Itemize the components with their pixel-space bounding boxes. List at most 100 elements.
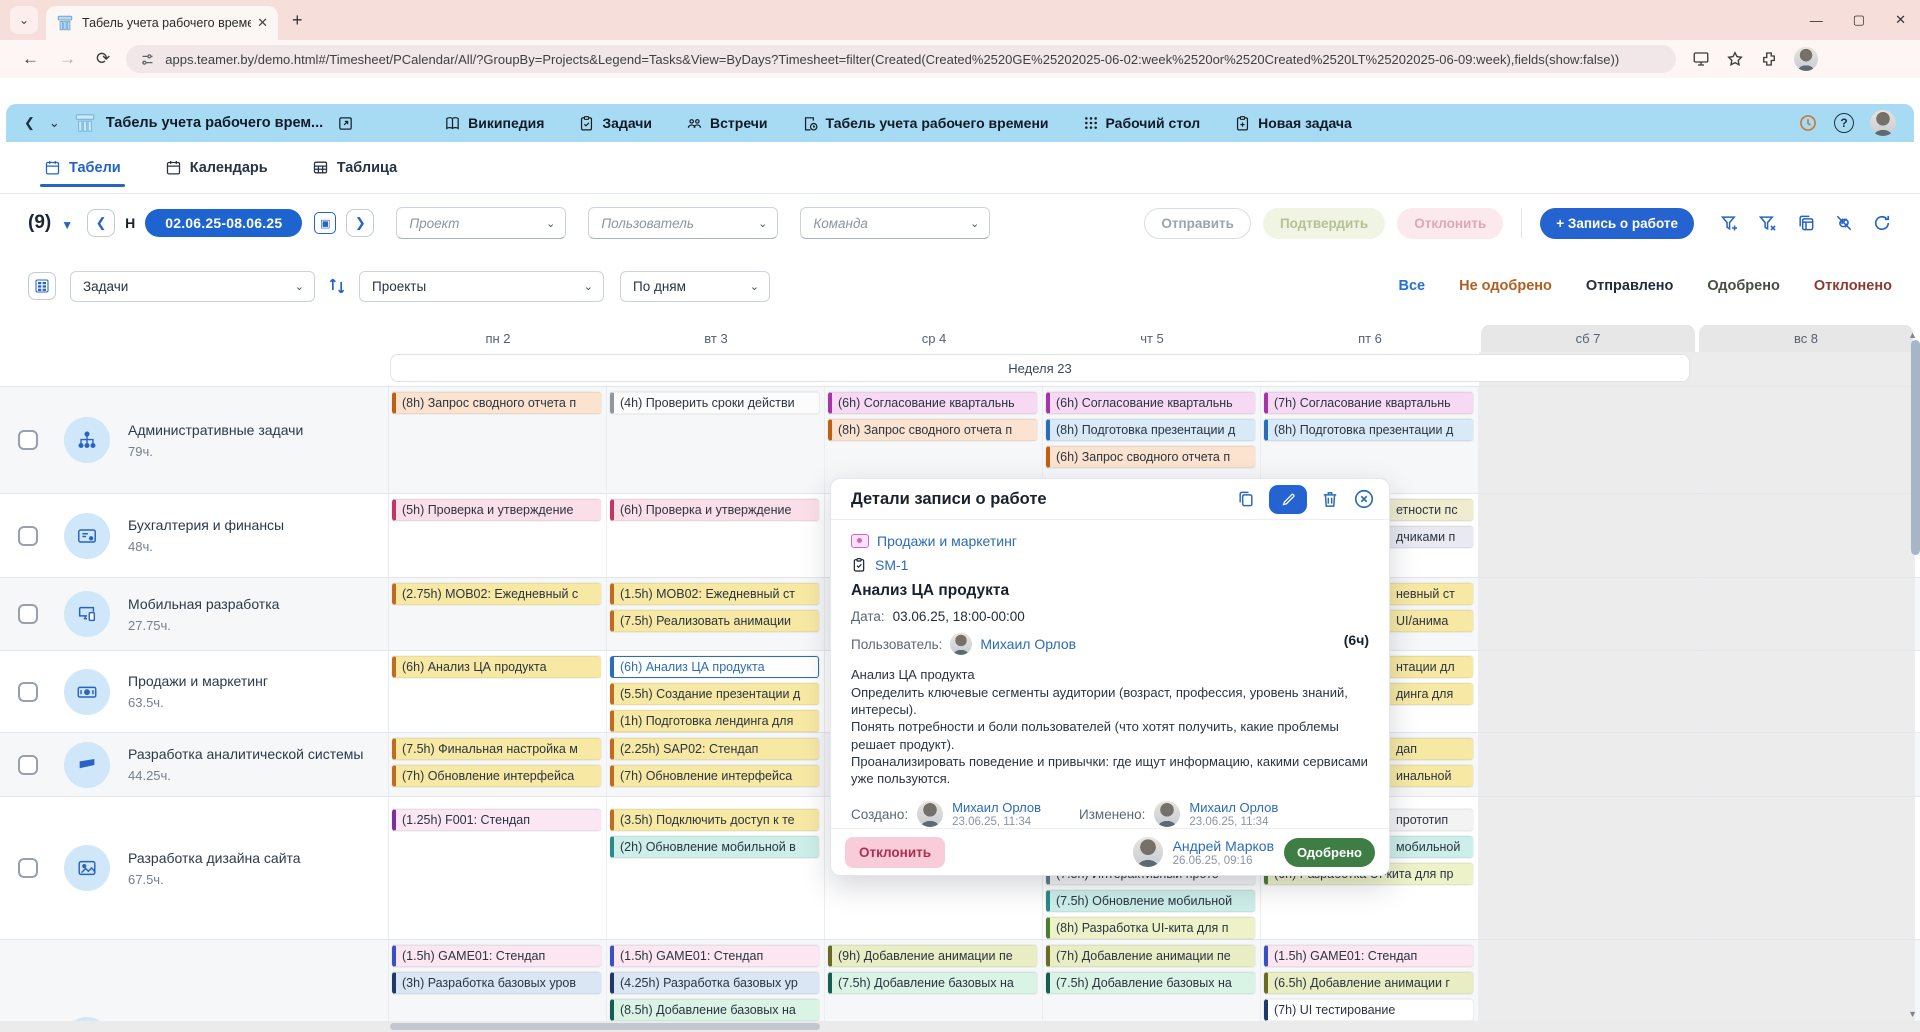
work-entry[interactable]: (7.5h) Добавление базовых на	[828, 972, 1037, 994]
swap-icon[interactable]	[327, 276, 347, 296]
work-entry[interactable]: (1.25h) F001: Стендап	[392, 809, 601, 831]
status-filter-approved[interactable]: Одобрено	[1707, 278, 1779, 294]
approve-button[interactable]: Подтвердить	[1263, 208, 1385, 239]
tab-calendar[interactable]: Календарь	[165, 142, 268, 193]
chevron-down-icon[interactable]: ⌄	[49, 115, 60, 131]
work-entry[interactable]: (4h) Проверить сроки действи	[610, 392, 819, 414]
site-info-icon[interactable]	[140, 52, 155, 67]
day-cell[interactable]	[1697, 494, 1915, 577]
work-entry[interactable]: (6h) Анализ ЦА продукта	[610, 656, 819, 678]
status-filter-rejected[interactable]: Отклонено	[1814, 278, 1892, 294]
project-filter-select[interactable]: Проект⌄	[396, 207, 566, 239]
work-entry[interactable]: (1.5h) GAME01: Стендап	[392, 945, 601, 967]
work-entry[interactable]: (8h) Запрос сводного отчета п	[392, 392, 601, 414]
project-checkbox[interactable]	[18, 682, 38, 702]
work-entry[interactable]: (4.25h) Разработка базовых ур	[610, 972, 819, 994]
day-cell[interactable]	[1697, 651, 1915, 732]
delete-icon[interactable]	[1320, 489, 1340, 509]
extensions-puzzle-icon[interactable]	[1760, 50, 1778, 68]
prev-period-button[interactable]: ❮	[87, 209, 115, 237]
notification-badge-icon[interactable]	[1798, 113, 1818, 133]
group-by-select[interactable]: Задачи⌄	[70, 271, 315, 302]
reload-icon[interactable]: ⟳	[96, 49, 110, 69]
day-cell[interactable]: (8h) Запрос сводного отчета п	[389, 387, 607, 493]
work-entry[interactable]: (9h) Добавление анимации пе	[828, 945, 1037, 967]
project-checkbox[interactable]	[18, 858, 38, 878]
project-checkbox[interactable]	[18, 526, 38, 546]
work-entry[interactable]: (7h) Обновление интерфейса	[392, 765, 601, 787]
project-checkbox[interactable]	[18, 604, 38, 624]
work-entry[interactable]: (2h) Обновление мобильной в	[610, 836, 819, 858]
work-entry[interactable]: дчиками п	[1390, 526, 1473, 548]
work-entry[interactable]: (7h) Добавление анимации пе	[1046, 945, 1255, 967]
day-cell[interactable]: (3.5h) Подключить доступ к те (2h) Обновл…	[607, 797, 825, 939]
popup-task-link[interactable]: SM-1	[875, 557, 908, 573]
day-cell[interactable]	[1479, 733, 1697, 796]
filter-add-icon[interactable]	[1720, 213, 1740, 233]
reject-button[interactable]: Отклонить	[1397, 208, 1503, 239]
next-period-button[interactable]: ❯	[346, 209, 374, 237]
day-cell[interactable]: (4h) Проверить сроки действи	[607, 387, 825, 493]
day-cell[interactable]	[1479, 797, 1697, 939]
work-entry[interactable]: нтации дл	[1390, 656, 1473, 678]
day-cell[interactable]	[1697, 733, 1915, 796]
work-entry[interactable]: (3.5h) Подключить доступ к те	[610, 809, 819, 831]
work-entry[interactable]: (8.5h) Добавление базовых на	[610, 999, 819, 1021]
work-entry[interactable]: динга для	[1390, 683, 1473, 705]
work-entry[interactable]: (1.5h) MOB02: Ежедневный ст	[610, 583, 819, 605]
day-cell[interactable]	[1479, 940, 1697, 1032]
work-entry[interactable]: (2.25h) SAP02: Стендап	[610, 738, 819, 760]
work-entry[interactable]: (5h) Проверка и утверждение	[392, 499, 601, 521]
work-entry[interactable]: (7h) UI тестирование	[1264, 999, 1473, 1021]
day-cell[interactable]: (1.5h) GAME01: Стендап (4.25h) Разработка…	[607, 940, 825, 1032]
copy-table-icon[interactable]	[1796, 213, 1816, 233]
day-cell[interactable]	[1697, 797, 1915, 939]
status-filter-sent[interactable]: Отправлено	[1586, 278, 1673, 294]
work-entry[interactable]: (7.5h) Обновление мобильной	[1046, 890, 1255, 912]
day-cell[interactable]: (2.25h) SAP02: Стендап(7h) Обновление ин…	[607, 733, 825, 796]
nav-meetings[interactable]: Встречи	[686, 115, 767, 132]
day-cell[interactable]: (2.75h) MOB02: Ежедневный с	[389, 578, 607, 650]
user-filter-select[interactable]: Пользователь⌄	[588, 207, 778, 239]
copy-icon[interactable]	[1236, 489, 1256, 509]
tab-timesheets[interactable]: Табели	[44, 142, 121, 193]
status-filter-not-approved[interactable]: Не одобрено	[1459, 278, 1552, 294]
work-entry[interactable]: мобильной	[1390, 836, 1473, 858]
tab-search-chevron-icon[interactable]: ⌄	[10, 6, 38, 34]
day-cell[interactable]	[1697, 578, 1915, 650]
day-cell[interactable]	[1697, 387, 1915, 493]
nav-tasks[interactable]: Задачи	[578, 115, 652, 132]
work-entry[interactable]: (8h) Подготовка презентации д	[1046, 419, 1255, 441]
work-entry[interactable]: прототип	[1390, 809, 1473, 831]
collapse-left-icon[interactable]: ❮	[24, 115, 35, 131]
work-entry[interactable]: инальной	[1390, 765, 1473, 787]
grid-view-icon[interactable]	[28, 272, 56, 300]
popup-reject-button[interactable]: Отклонить	[845, 837, 945, 868]
work-entry[interactable]: (1h) Подготовка лендинга для	[610, 710, 819, 732]
new-tab-button[interactable]: +	[292, 10, 303, 31]
period-selector[interactable]: 02.06.25-08.06.25	[145, 209, 302, 237]
vertical-scrollbar[interactable]	[1911, 340, 1920, 555]
day-cell[interactable]: (5h) Проверка и утверждение	[389, 494, 607, 577]
popup-user-link[interactable]: Михаил Орлов	[980, 636, 1076, 652]
work-entry[interactable]: (6.5h) Добавление анимации г	[1264, 972, 1473, 994]
day-cell[interactable]: (1.25h) F001: Стендап	[389, 797, 607, 939]
calendar-picker-icon[interactable]: ▣	[314, 212, 336, 234]
close-icon[interactable]	[1353, 488, 1375, 510]
day-cell[interactable]: (7.5h) Финальная настройка м(7h) Обновле…	[389, 733, 607, 796]
work-entry[interactable]: етности пс	[1390, 499, 1473, 521]
work-entry[interactable]: (1.5h) GAME01: Стендап	[610, 945, 819, 967]
day-cell[interactable]: (6h) Анализ ЦА продукта (5.5h) Создание п…	[607, 651, 825, 732]
back-icon[interactable]: ←	[22, 49, 39, 69]
install-icon[interactable]	[1692, 50, 1710, 68]
work-entry[interactable]: (6h) Согласование квартальнь	[828, 392, 1037, 414]
work-entry[interactable]: (8h) Запрос сводного отчета п	[828, 419, 1037, 441]
work-entry[interactable]: (5.5h) Создание презентации д	[610, 683, 819, 705]
work-entry[interactable]: (7h) Согласование квартальнь	[1264, 392, 1473, 414]
refresh-icon[interactable]	[1872, 213, 1892, 233]
send-button[interactable]: Отправить	[1144, 208, 1251, 239]
nav-timesheet[interactable]: Табель учета рабочего времени	[802, 115, 1049, 132]
minimize-icon[interactable]: —	[1810, 13, 1823, 28]
work-entry[interactable]: (6h) Запрос сводного отчета п	[1046, 446, 1255, 468]
day-cell[interactable]: (9h) Добавление анимации пе (7.5h) Добавл…	[825, 940, 1043, 1032]
